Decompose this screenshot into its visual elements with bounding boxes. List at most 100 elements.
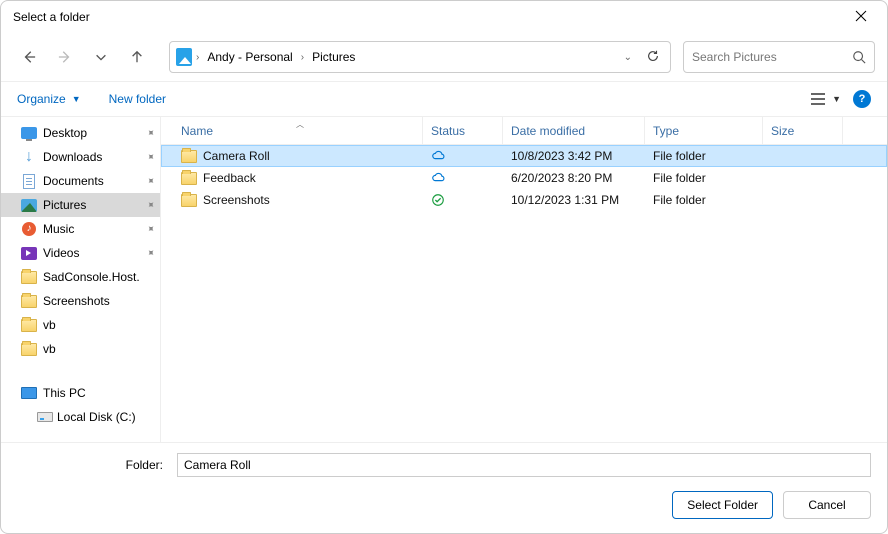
titlebar: Select a folder (1, 1, 887, 33)
sidebar-item-folder[interactable]: SadConsole.Host. (1, 265, 160, 289)
sidebar-item-folder[interactable]: Screenshots (1, 289, 160, 313)
column-status[interactable]: Status (423, 117, 503, 144)
folder-icon (181, 192, 197, 208)
search-box[interactable]: Search Pictures (683, 41, 875, 73)
sidebar-item-pictures[interactable]: Pictures ✦ (1, 193, 160, 217)
refresh-icon (646, 49, 660, 63)
cell-date: 10/8/2023 3:42 PM (511, 149, 612, 163)
pin-icon: ✦ (143, 198, 157, 212)
column-date[interactable]: Date modified (503, 117, 645, 144)
chevron-down-icon (94, 50, 108, 64)
sidebar-item-videos[interactable]: Videos ✦ (1, 241, 160, 265)
sidebar-item-label: Videos (43, 246, 79, 260)
folder-name-input[interactable] (177, 453, 871, 477)
sidebar-item-label: Desktop (43, 126, 87, 140)
forward-button[interactable] (49, 41, 81, 73)
pictures-icon (21, 197, 37, 213)
close-icon (855, 10, 867, 22)
cell-type: File folder (653, 149, 706, 163)
pin-icon: ✦ (143, 246, 157, 260)
downloads-icon: ↓ (21, 149, 37, 165)
sidebar-item-label: Local Disk (C:) (57, 410, 136, 424)
file-list: ︿ Name Status Date modified Type Size Ca… (161, 117, 887, 442)
folder-icon (181, 148, 197, 164)
address-dropdown[interactable]: ⌄ (618, 52, 638, 63)
sidebar-item-folder[interactable]: vb (1, 313, 160, 337)
sidebar-item-label: SadConsole.Host. (43, 270, 140, 284)
column-type[interactable]: Type (645, 117, 763, 144)
folder-icon (21, 269, 37, 285)
cell-type: File folder (653, 171, 706, 185)
cell-date: 6/20/2023 8:20 PM (511, 171, 612, 185)
folder-icon (21, 341, 37, 357)
window-title: Select a folder (13, 10, 90, 24)
new-folder-button[interactable]: New folder (109, 92, 166, 106)
pin-icon: ✦ (143, 222, 157, 236)
sidebar-item-label: Documents (43, 174, 104, 188)
toolbar: Organize▼ New folder ▼ ? (1, 81, 887, 117)
select-folder-button[interactable]: Select Folder (672, 491, 773, 519)
cell-type: File folder (653, 193, 706, 207)
cancel-button[interactable]: Cancel (783, 491, 871, 519)
arrow-up-icon (130, 50, 144, 64)
help-button[interactable]: ? (853, 90, 871, 108)
desktop-icon (21, 125, 37, 141)
cell-name: Feedback (203, 171, 256, 185)
navbar: › Andy - Personal › Pictures ⌄ Search Pi… (1, 33, 887, 81)
sidebar-item-label: Downloads (43, 150, 102, 164)
arrow-right-icon (58, 50, 72, 64)
organize-menu[interactable]: Organize▼ (17, 92, 81, 106)
refresh-button[interactable] (642, 49, 664, 66)
sidebar-item-drive[interactable]: Local Disk (C:) (1, 405, 160, 429)
cell-name: Camera Roll (203, 149, 270, 163)
footer: Folder: Select Folder Cancel (1, 442, 887, 533)
folder-icon (21, 317, 37, 333)
column-headers: ︿ Name Status Date modified Type Size (161, 117, 887, 145)
pin-icon: ✦ (143, 174, 157, 188)
sidebar: Desktop ✦ ↓ Downloads ✦ Documents ✦ Pictures… (1, 117, 161, 442)
up-button[interactable] (121, 41, 153, 73)
folder-icon (181, 170, 197, 186)
pin-icon: ✦ (143, 150, 157, 164)
view-menu[interactable]: ▼ (810, 92, 841, 106)
cloud-icon (431, 149, 445, 163)
caret-down-icon: ▼ (832, 94, 841, 104)
sidebar-item-downloads[interactable]: ↓ Downloads ✦ (1, 145, 160, 169)
sidebar-item-label: This PC (43, 386, 86, 400)
column-size[interactable]: Size (763, 117, 843, 144)
sidebar-item-label: Pictures (43, 198, 86, 212)
folder-label: Folder: (17, 458, 167, 472)
check-circle-icon (431, 193, 445, 207)
pc-icon (21, 385, 37, 401)
table-row[interactable]: Screenshots 10/12/2023 1:31 PM File fold… (161, 189, 887, 211)
pictures-icon (176, 49, 192, 65)
list-icon (810, 92, 826, 106)
breadcrumb-root[interactable]: Andy - Personal (203, 48, 296, 66)
pin-icon: ✦ (143, 126, 157, 140)
sidebar-item-label: Screenshots (43, 294, 110, 308)
sort-indicator-icon: ︿ (296, 119, 304, 130)
cloud-icon (431, 171, 445, 185)
search-placeholder: Search Pictures (692, 50, 777, 64)
address-bar[interactable]: › Andy - Personal › Pictures ⌄ (169, 41, 671, 73)
chevron-right-icon: › (301, 52, 304, 63)
sidebar-item-label: Music (43, 222, 74, 236)
search-icon (852, 50, 866, 64)
cell-date: 10/12/2023 1:31 PM (511, 193, 619, 207)
sidebar-item-documents[interactable]: Documents ✦ (1, 169, 160, 193)
recent-button[interactable] (85, 41, 117, 73)
sidebar-item-music[interactable]: ♪Music✦ (1, 217, 160, 241)
sidebar-item-label: vb (43, 318, 56, 332)
videos-icon (21, 245, 37, 261)
sidebar-item-folder[interactable]: vb (1, 337, 160, 361)
sidebar-item-desktop[interactable]: Desktop ✦ (1, 121, 160, 145)
sidebar-item-label: vb (43, 342, 56, 356)
drive-icon (37, 409, 53, 425)
breadcrumb-current[interactable]: Pictures (308, 48, 359, 66)
table-row[interactable]: Feedback 6/20/2023 8:20 PM File folder (161, 167, 887, 189)
back-button[interactable] (13, 41, 45, 73)
close-button[interactable] (847, 5, 875, 29)
documents-icon (21, 173, 37, 189)
table-row[interactable]: Camera Roll 10/8/2023 3:42 PM File folde… (161, 145, 887, 167)
sidebar-item-this-pc[interactable]: This PC (1, 381, 160, 405)
